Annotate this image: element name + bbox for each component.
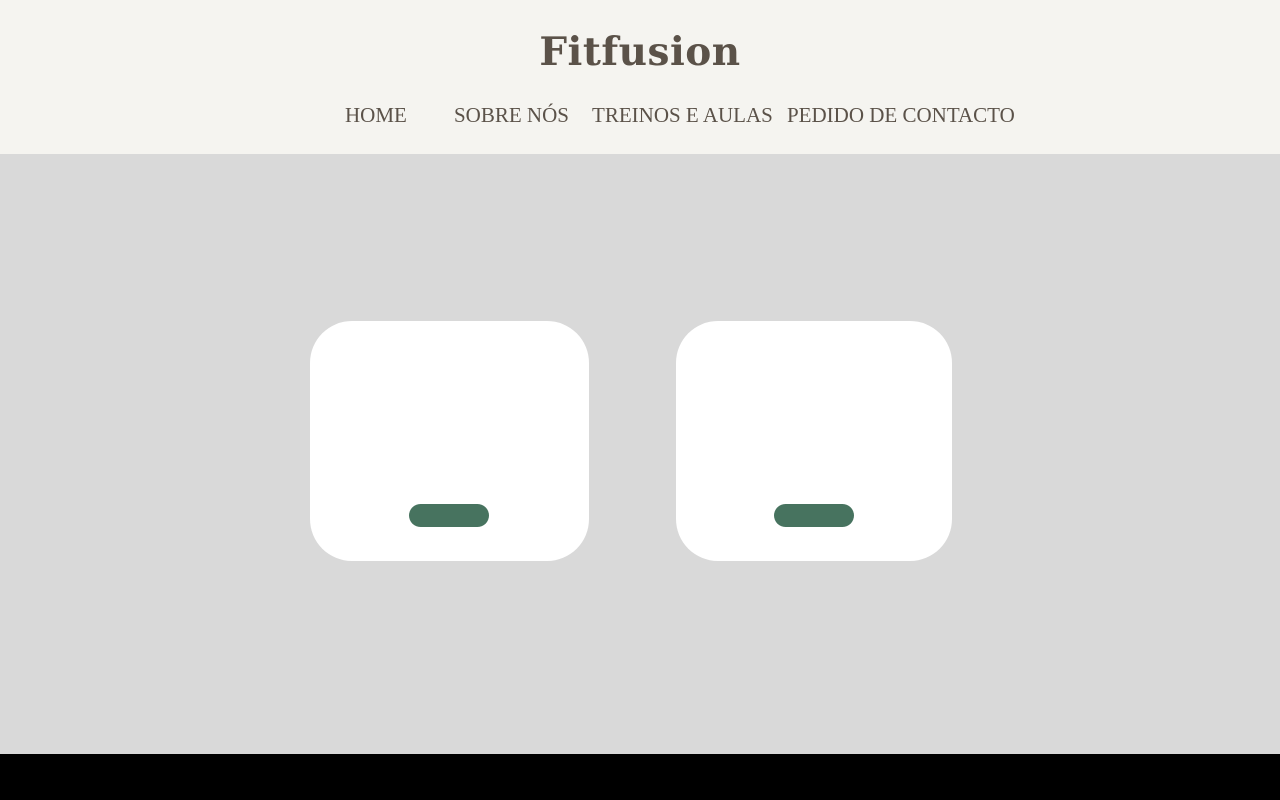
card [676,321,952,561]
main-content [0,154,1280,754]
nav-link-home[interactable]: HOME [345,102,407,128]
card [310,321,589,561]
site-header: Fitfusion HOME SOBRE NÓS TREINOS E AULAS… [0,0,1280,154]
nav-link-sobre-nos[interactable]: SOBRE NÓS [454,102,569,128]
nav-link-pedido-de-contacto[interactable]: PEDIDO DE CONTACTO [787,102,1015,128]
card-button[interactable] [774,504,854,527]
site-footer [0,754,1280,800]
nav-link-treinos-e-aulas[interactable]: TREINOS E AULAS [592,102,773,128]
site-title[interactable]: Fitfusion [0,28,1280,76]
card-button[interactable] [409,504,489,527]
